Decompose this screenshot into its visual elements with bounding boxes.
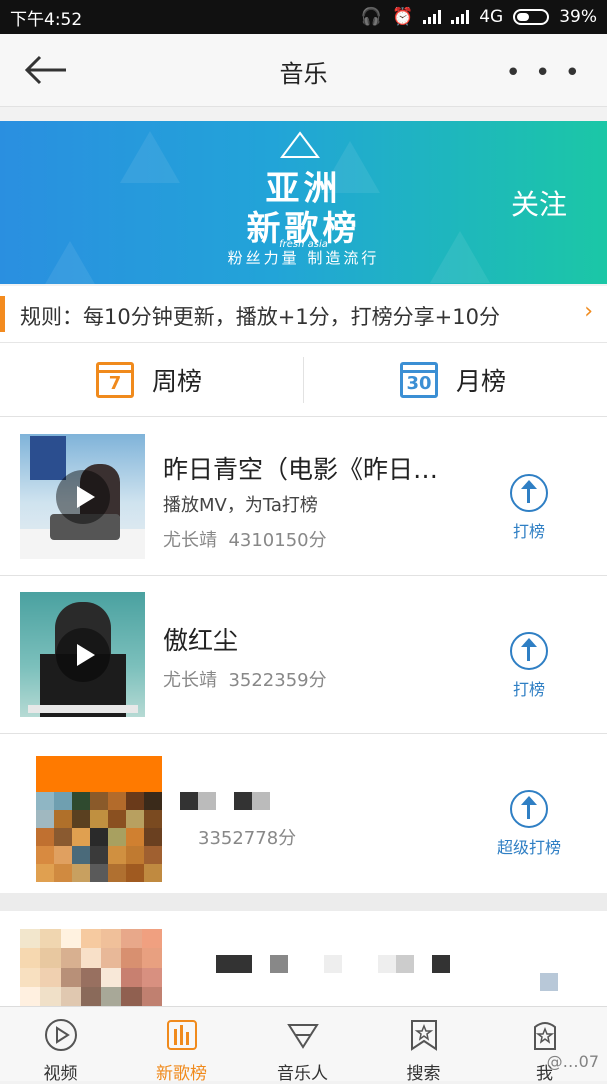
pixelated-title-5 (432, 955, 450, 973)
vote-label: 超级打榜 (496, 838, 561, 857)
vote-button[interactable]: 打榜 (484, 474, 574, 542)
search-icon (410, 1020, 437, 1051)
chart-icon (166, 1020, 197, 1050)
network-type: 4G (479, 7, 504, 27)
title-bar: 音乐 • • • (0, 34, 607, 107)
profile-icon (533, 1022, 556, 1050)
pixelated-title-4 (378, 955, 414, 973)
song-artist: 尤长靖 (163, 530, 217, 551)
bottom-nav: 视频 新歌榜 音乐人 搜索 我 (0, 1006, 607, 1084)
nav-video[interactable]: 视频 (0, 1007, 121, 1084)
nav-search[interactable]: 搜索 (363, 1007, 484, 1084)
song-artist: 尤长靖 (163, 670, 217, 691)
headphones-icon: 🎧 (360, 7, 383, 27)
song-cover (20, 434, 145, 559)
play-icon[interactable] (56, 628, 110, 682)
song-row[interactable]: 傲红尘 尤长靖 3522359分 打榜 (0, 576, 607, 734)
song-cover-pixelated (20, 929, 162, 1006)
status-time: 下午4:52 (10, 9, 83, 30)
musician-icon (286, 1024, 319, 1049)
video-icon (44, 1019, 77, 1051)
calendar-30-icon: 30 (400, 361, 438, 398)
super-vote-button[interactable]: 超级打榜 (484, 790, 574, 858)
vote-label: 打榜 (512, 680, 545, 699)
nav-label: 音乐人 (277, 1064, 328, 1084)
pixelated-title (180, 792, 216, 810)
rules-bar[interactable]: 规则：每10分钟更新，播放+1分，打榜分享+10分 › (0, 286, 607, 343)
song-meta: 尤长靖 3522359分 (163, 666, 327, 692)
arrow-up-circle-icon (510, 632, 548, 670)
alarm-icon: ⏰ (392, 7, 414, 27)
pixelated-title-2 (270, 955, 288, 973)
rules-accent (0, 296, 5, 332)
battery-percent: 39% (559, 7, 597, 27)
nav-label: 新歌榜 (156, 1064, 207, 1084)
play-icon[interactable] (56, 470, 110, 524)
pixelated-title (216, 955, 252, 973)
song-row[interactable]: 昨日青空（电影《昨日… 播放MV，为Ta打榜 尤长靖 4310150分 打榜 (0, 417, 607, 576)
song-score: 3522359分 (228, 670, 327, 691)
status-bar: 下午4:52 🎧 ⏰ 4G 39% (0, 0, 607, 34)
tab-monthly-label: 月榜 (456, 366, 507, 396)
song-score: 4310150分 (228, 530, 327, 551)
song-meta: 3352778分 (198, 824, 296, 850)
nav-label: 搜索 (406, 1064, 441, 1084)
song-score: 3352778分 (198, 828, 297, 849)
pixelated-title-2 (234, 792, 270, 810)
song-title: 傲红尘 (163, 626, 239, 655)
song-cover-pixelated (36, 756, 162, 882)
signal-icon (423, 10, 442, 24)
chart-tabs: 7 周榜 30 月榜 (0, 343, 607, 417)
chevron-right-icon[interactable]: › (584, 299, 593, 324)
song-subtitle[interactable]: 播放MV，为Ta打榜 (163, 491, 318, 517)
fresh-asia-banner[interactable]: 亚洲 新歌榜 fresh asia 粉丝力量 制造流行 关注 (0, 121, 607, 284)
tab-weekly-label: 周榜 (152, 366, 203, 396)
nav-new-songs[interactable]: 新歌榜 (121, 1007, 242, 1084)
tab-monthly[interactable]: 30 月榜 (400, 343, 506, 416)
battery-icon (513, 9, 550, 25)
pixelated-icon (540, 973, 558, 991)
rules-text: 规则：每10分钟更新，播放+1分，打榜分享+10分 (20, 305, 500, 329)
signal-2-icon (451, 10, 470, 24)
banner-follow[interactable]: 关注 (511, 183, 567, 223)
watermark: @…07 (546, 1052, 599, 1071)
vote-label: 打榜 (512, 522, 545, 541)
banner-slogan: 粉丝力量 制造流行 (227, 249, 380, 267)
pixelated-title-3 (324, 955, 342, 973)
section-gap (0, 893, 607, 911)
calendar-7-icon: 7 (96, 361, 134, 398)
song-row[interactable] (0, 911, 607, 1006)
tab-divider (303, 357, 304, 403)
song-row[interactable]: 3352778分 超级打榜 (0, 734, 607, 893)
vote-button[interactable]: 打榜 (484, 632, 574, 700)
more-dots-icon[interactable]: • • • (505, 58, 583, 88)
song-meta: 尤长靖 4310150分 (163, 526, 327, 552)
song-cover (20, 592, 145, 717)
status-icons: 🎧 ⏰ 4G 39% (361, 7, 597, 27)
nav-label: 视频 (43, 1064, 78, 1084)
arrow-up-circle-icon (510, 474, 548, 512)
logo-triangle-icon (280, 131, 320, 158)
nav-musician[interactable]: 音乐人 (242, 1007, 363, 1084)
song-title: 昨日青空（电影《昨日… (163, 455, 439, 484)
tab-weekly[interactable]: 7 周榜 (96, 343, 202, 416)
arrow-up-circle-star-icon (510, 790, 548, 828)
